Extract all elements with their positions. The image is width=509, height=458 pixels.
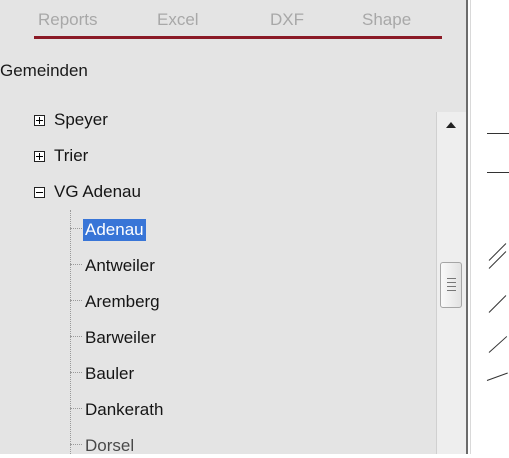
export-toolbar: Reports Excel DXF Shape [10, 4, 442, 40]
map-line [488, 336, 508, 353]
tree-connector [70, 264, 82, 265]
tree-node-vg-adenau[interactable]: VG Adenau [34, 180, 141, 204]
dxf-tab[interactable]: DXF [270, 10, 304, 30]
tree-connector [70, 372, 82, 373]
tree-item-label: Aremberg [85, 292, 160, 311]
section-title: Gemeinden [0, 61, 88, 80]
tree-connector [70, 444, 82, 445]
tree-connector [70, 408, 82, 409]
shape-tab[interactable]: Shape [362, 10, 411, 30]
map-line [486, 372, 508, 381]
tree-node-speyer[interactable]: Speyer [34, 108, 108, 132]
tree-node-label: Trier [54, 146, 89, 165]
grip-icon [447, 278, 456, 279]
reports-tab[interactable]: Reports [38, 10, 98, 30]
scroll-up-button[interactable] [437, 112, 466, 140]
tree-item-label: Antweiler [85, 256, 155, 275]
tree-node-trier[interactable]: Trier [34, 144, 88, 168]
tree-connector [70, 336, 82, 337]
layer-panel: Reports Excel DXF Shape Gemeinden Speyer… [0, 0, 468, 455]
tree-item-label: Barweiler [85, 328, 156, 347]
tree-item[interactable]: Antweiler [83, 254, 157, 278]
tree-node-label: VG Adenau [54, 182, 141, 201]
tree-item-label: Bauler [85, 364, 135, 383]
map-preview-strip[interactable] [470, 0, 509, 454]
map-line [487, 133, 509, 134]
tree-item[interactable]: Aremberg [83, 290, 162, 314]
grip-icon [447, 282, 456, 283]
tree-item-label-selected: Adenau [83, 219, 146, 241]
tree-item-label: Dankerath [85, 400, 164, 419]
map-line [487, 172, 509, 173]
map-line [488, 295, 507, 313]
chevron-up-icon [446, 122, 456, 128]
grip-icon [447, 290, 456, 291]
plus-box-icon[interactable] [34, 114, 45, 126]
municipality-tree: Speyer Trier VG Adenau Adenau Antweiler Ar… [0, 100, 430, 455]
plus-box-icon[interactable] [34, 150, 45, 162]
tree-connector [70, 210, 71, 454]
tree-item[interactable]: Dorsel [83, 434, 136, 458]
vertical-scrollbar[interactable] [436, 112, 466, 454]
scroll-thumb[interactable] [440, 262, 462, 308]
tree-item[interactable]: Adenau [83, 218, 146, 242]
tree-connector [70, 300, 82, 301]
tree-node-label: Speyer [54, 110, 108, 129]
map-line [488, 251, 507, 269]
tree-item[interactable]: Dankerath [83, 398, 165, 422]
excel-tab[interactable]: Excel [157, 10, 199, 30]
tree-item[interactable]: Barweiler [83, 326, 158, 350]
grip-icon [447, 286, 456, 287]
toolbar-accent-line [34, 36, 442, 39]
tree-item[interactable]: Bauler [83, 362, 136, 386]
tree-connector [70, 228, 82, 229]
minus-box-icon[interactable] [34, 186, 45, 198]
